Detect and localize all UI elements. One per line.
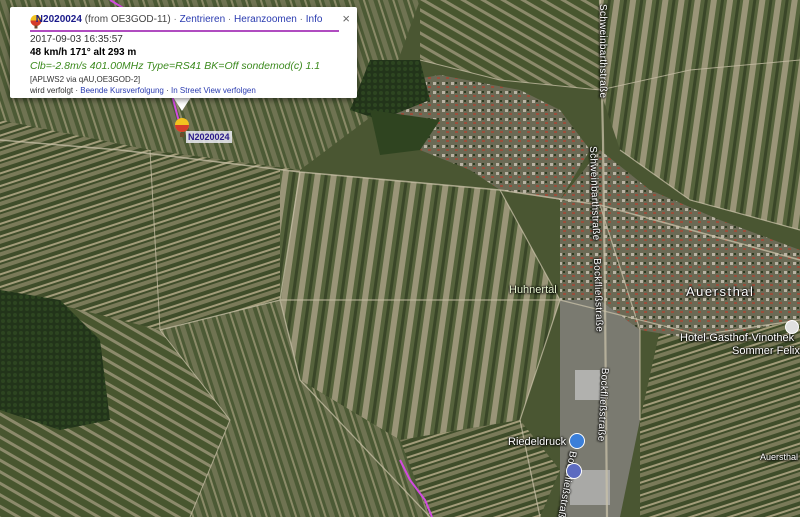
pin-icon[interactable] xyxy=(569,433,585,449)
zoom-in-link[interactable]: Heranzoomen xyxy=(234,14,297,25)
packet-comment: Clb=-2.8m/s 401.00MHz Type=RS41 BK=Off s… xyxy=(30,60,321,72)
separator: · xyxy=(173,14,177,25)
station-info-popup: N2020024 (from OE3GOD-11) · Zentrieren ·… xyxy=(10,7,357,98)
popup-tail xyxy=(173,97,191,111)
street-view-follow-link[interactable]: In Street View verfolgen xyxy=(171,86,256,95)
from-station: (from OE3GOD-11) xyxy=(84,14,171,25)
street-label-schweinbarth-north: Schweinbarthstraße xyxy=(597,4,608,99)
place-label-huhnertal: Huhnertal xyxy=(509,284,557,296)
popup-header: N2020024 (from OE3GOD-11) · Zentrieren ·… xyxy=(20,14,323,25)
follow-status: wird verfolgt · Beende Kursverfolgung · … xyxy=(30,86,256,95)
stop-tracking-link[interactable]: Beende Kursverfolgung xyxy=(80,86,164,95)
poi-label-hotel-line1[interactable]: Hotel-Gasthof-Vinothek xyxy=(680,332,794,344)
callsign-link[interactable]: N2020024 xyxy=(36,14,82,25)
place-label-auersthal: Auersthal xyxy=(686,284,755,299)
place-label-auersthal-station: Auersthal Bah xyxy=(760,452,800,462)
separator: · xyxy=(227,14,232,25)
follow-prefix: wird verfolgt · xyxy=(30,86,79,95)
timestamp: 2017-09-03 16:35:57 xyxy=(30,34,123,45)
poi-label-hotel-line2[interactable]: Sommer Felix xyxy=(732,345,800,357)
pin-icon[interactable] xyxy=(785,320,799,334)
close-icon[interactable]: × xyxy=(342,11,350,26)
poi-label-riedeldruck[interactable]: Riedeldruck xyxy=(508,436,566,448)
info-link[interactable]: Info xyxy=(306,14,323,25)
center-link[interactable]: Zentrieren xyxy=(180,14,226,25)
marker-label[interactable]: N2020024 xyxy=(186,131,232,143)
separator: · xyxy=(299,14,303,25)
pin-icon[interactable] xyxy=(566,463,582,479)
packet-path: [APLWS2 via qAU,OE3GOD-2] xyxy=(30,75,141,84)
speed-altitude: 48 km/h 171° alt 293 m xyxy=(30,47,137,58)
separator: · xyxy=(166,86,169,95)
popup-divider xyxy=(30,30,339,32)
